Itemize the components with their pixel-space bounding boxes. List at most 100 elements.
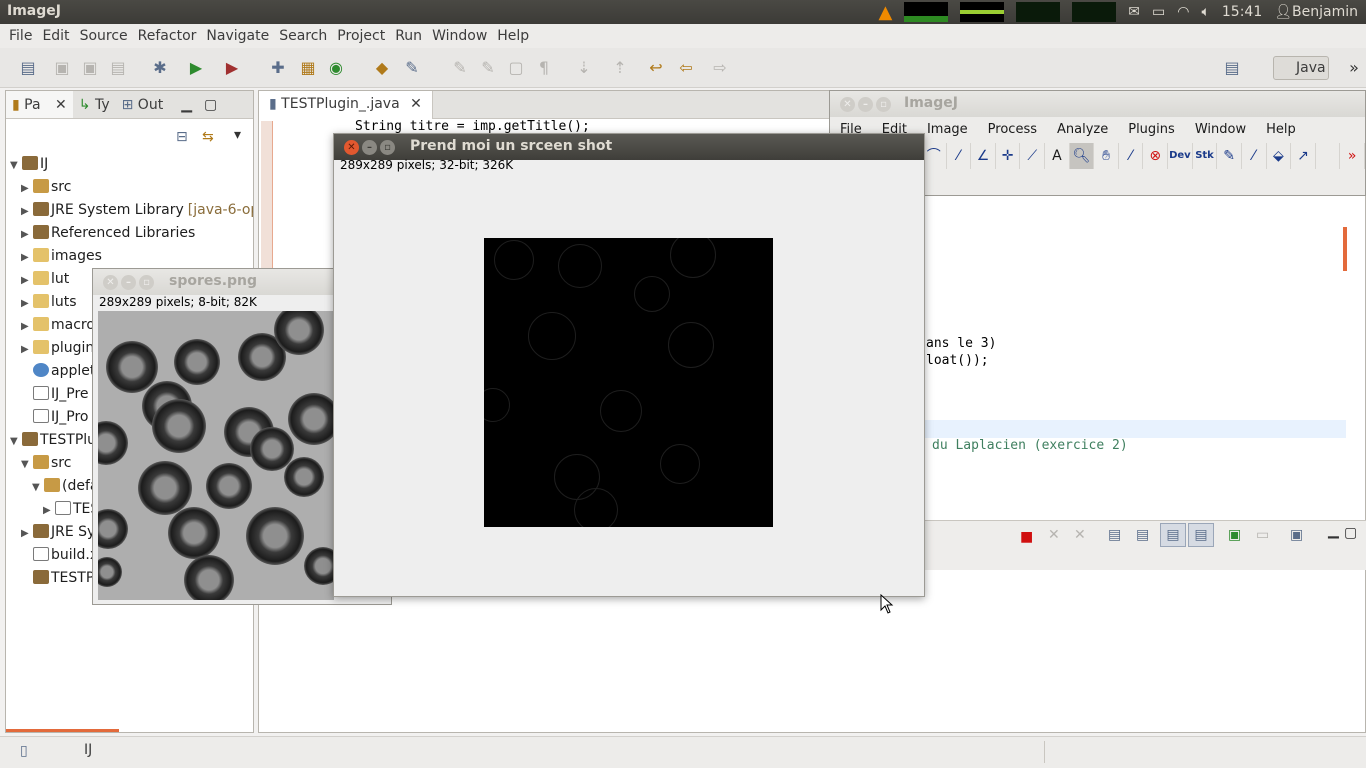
collapsed-twistie-icon[interactable]: ▶ bbox=[21, 316, 33, 338]
code-line[interactable]: ans le 3) bbox=[926, 336, 996, 351]
tree-item[interactable]: ▼ TESTPlu bbox=[10, 429, 96, 451]
tree-item[interactable]: ▶ macro bbox=[21, 314, 95, 336]
overview-marker[interactable] bbox=[1343, 227, 1347, 271]
ij-menu-analyze[interactable]: Analyze bbox=[1047, 119, 1118, 141]
menu-refactor[interactable]: Refactor bbox=[133, 28, 202, 44]
tree-item[interactable]: TESTP bbox=[21, 567, 94, 589]
volume-icon[interactable]: 🔈︎ bbox=[1201, 4, 1209, 20]
cpu-monitor[interactable] bbox=[904, 2, 949, 22]
collapsed-twistie-icon[interactable]: ▶ bbox=[21, 523, 33, 545]
close-roi-icon[interactable]: ⊗ bbox=[1143, 143, 1169, 169]
show-stderr-button[interactable]: ▤ bbox=[1188, 523, 1214, 547]
tree-item[interactable]: ▶ images bbox=[21, 245, 102, 267]
maximize-panel-button[interactable]: ▢ bbox=[1344, 525, 1357, 541]
remove-launch-icon[interactable]: ✕ bbox=[1048, 527, 1060, 543]
collapsed-twistie-icon[interactable]: ▶ bbox=[21, 247, 33, 269]
network-monitor[interactable] bbox=[1016, 2, 1061, 22]
menu-help[interactable]: Help bbox=[492, 28, 534, 44]
run-icon[interactable]: ▶ bbox=[186, 58, 206, 78]
text-tool-icon[interactable]: A bbox=[1045, 143, 1070, 169]
java-perspective-button[interactable]: Java bbox=[1273, 56, 1329, 80]
more-perspectives-icon[interactable]: » bbox=[1344, 58, 1364, 78]
point-tool-icon[interactable]: ✛ bbox=[996, 143, 1021, 169]
minimize-icon[interactable]: – bbox=[121, 275, 136, 290]
code-line[interactable]: loat()); bbox=[926, 353, 989, 368]
screenshot-image[interactable] bbox=[484, 238, 773, 527]
spores-image[interactable] bbox=[98, 311, 334, 600]
save-icon[interactable]: ▣ bbox=[52, 58, 72, 78]
blank-tool[interactable] bbox=[1316, 143, 1341, 169]
menu-source[interactable]: Source bbox=[75, 28, 133, 44]
tree-item[interactable]: IJ_Pre bbox=[21, 383, 89, 405]
new-icon[interactable]: ▤ bbox=[18, 58, 38, 78]
ij-menu-image[interactable]: Image bbox=[917, 119, 978, 141]
view-menu-icon[interactable]: ▾ bbox=[234, 127, 241, 143]
display-console-icon[interactable]: ▭ bbox=[1256, 527, 1269, 543]
memory-monitor[interactable] bbox=[960, 2, 1005, 22]
tree-item[interactable]: ▼ (defa bbox=[32, 475, 98, 497]
minimize-panel-button[interactable]: ▁ bbox=[1328, 523, 1339, 539]
remove-all-icon[interactable]: ✕ bbox=[1074, 527, 1086, 543]
tab-package-explorer[interactable]: ▮ Pa ✕ bbox=[6, 91, 73, 118]
last-edit-icon[interactable]: ↩ bbox=[646, 58, 666, 78]
editor-tab[interactable]: ▮ TESTPlugin_.java ✕ bbox=[259, 91, 433, 119]
open-type-icon[interactable]: ◆ bbox=[372, 58, 392, 78]
show-stdout-button[interactable]: ▤ bbox=[1160, 523, 1186, 547]
fast-view-icon[interactable]: ▯ bbox=[20, 743, 28, 759]
fill-tool-icon[interactable]: ⬙ bbox=[1267, 143, 1292, 169]
clear-console-icon[interactable]: ▤ bbox=[1108, 527, 1121, 543]
ij-menu-plugins[interactable]: Plugins bbox=[1118, 119, 1185, 141]
close-icon[interactable]: ✕ bbox=[344, 140, 359, 155]
tree-item[interactable]: ▶ luts bbox=[21, 291, 77, 313]
menu-navigate[interactable]: Navigate bbox=[201, 28, 274, 44]
next-annotation-icon[interactable]: ⇣ bbox=[574, 58, 594, 78]
open-perspective-icon[interactable]: ▤ bbox=[1222, 58, 1242, 78]
new-java-project-icon[interactable]: ✚ bbox=[268, 58, 288, 78]
dev-tool-icon[interactable]: Dev bbox=[1168, 143, 1193, 169]
tree-item[interactable]: ▶ lut bbox=[21, 268, 69, 290]
tree-item[interactable]: IJ_Pro bbox=[21, 406, 88, 428]
dropper-tool-icon[interactable]: ⁄ bbox=[1119, 143, 1144, 169]
expanded-twistie-icon[interactable]: ▼ bbox=[21, 454, 33, 476]
prev-annotation-icon[interactable]: ⇡ bbox=[610, 58, 630, 78]
menu-run[interactable]: Run bbox=[390, 28, 427, 44]
collapsed-twistie-icon[interactable]: ▶ bbox=[21, 201, 33, 223]
user-menu[interactable]: 👤︎Benjamin bbox=[1274, 4, 1358, 20]
ij-menu-window[interactable]: Window bbox=[1185, 119, 1256, 141]
new-class-icon[interactable]: ◉ bbox=[326, 58, 346, 78]
collapsed-twistie-icon[interactable]: ▶ bbox=[43, 500, 55, 522]
save-all-icon[interactable]: ▣ bbox=[80, 58, 100, 78]
arrow-tool-icon[interactable]: ↗ bbox=[1291, 143, 1316, 169]
collapse-all-icon[interactable]: ⊟ bbox=[176, 129, 188, 145]
minimize-view-button[interactable]: ▁ bbox=[175, 91, 198, 118]
tree-item[interactable]: ▶ TES bbox=[43, 498, 99, 520]
search-icon[interactable]: ✎ bbox=[402, 58, 422, 78]
tree-item[interactable]: ▼ src bbox=[21, 452, 71, 474]
tab-type-hierarchy[interactable]: ↳ Ty bbox=[73, 91, 116, 118]
tree-item[interactable]: ▶ src bbox=[21, 176, 71, 198]
collapsed-twistie-icon[interactable]: ▶ bbox=[21, 224, 33, 246]
tab-outline[interactable]: ⊞ Out bbox=[116, 91, 170, 118]
menu-window[interactable]: Window bbox=[427, 28, 492, 44]
close-icon[interactable]: ✕ bbox=[840, 97, 855, 112]
code-line[interactable]: String titre = imp.getTitle(); bbox=[355, 119, 590, 134]
print-icon[interactable]: ▤ bbox=[108, 58, 128, 78]
close-icon[interactable]: ✕ bbox=[103, 275, 118, 290]
collapsed-twistie-icon[interactable]: ▶ bbox=[21, 178, 33, 200]
wifi-icon[interactable]: ◠ bbox=[1177, 4, 1189, 20]
more-tools-icon[interactable]: » bbox=[1340, 143, 1365, 169]
menu-file[interactable]: File bbox=[4, 28, 37, 44]
ij-menu-help[interactable]: Help bbox=[1256, 119, 1306, 141]
show-whitespace-icon[interactable]: ¶ bbox=[534, 58, 554, 78]
hand-tool-icon[interactable]: ✋︎ bbox=[1094, 143, 1119, 169]
mail-icon[interactable]: ✉ bbox=[1128, 4, 1140, 20]
tree-item[interactable]: build.x bbox=[21, 544, 98, 566]
tree-item[interactable]: ▶ Referenced Libraries bbox=[21, 222, 195, 244]
forward-icon[interactable]: ⇨ bbox=[710, 58, 730, 78]
close-icon[interactable]: ✕ bbox=[410, 96, 422, 112]
freehand-tool-icon[interactable]: ⁄ bbox=[947, 143, 972, 169]
magnifier-tool-icon[interactable]: 🔍︎ bbox=[1069, 143, 1095, 169]
collapsed-twistie-icon[interactable]: ▶ bbox=[21, 293, 33, 315]
maximize-icon[interactable]: ▫ bbox=[380, 140, 395, 155]
tree-item[interactable]: ▶ JRE System Library[java-6-ope bbox=[21, 199, 253, 221]
